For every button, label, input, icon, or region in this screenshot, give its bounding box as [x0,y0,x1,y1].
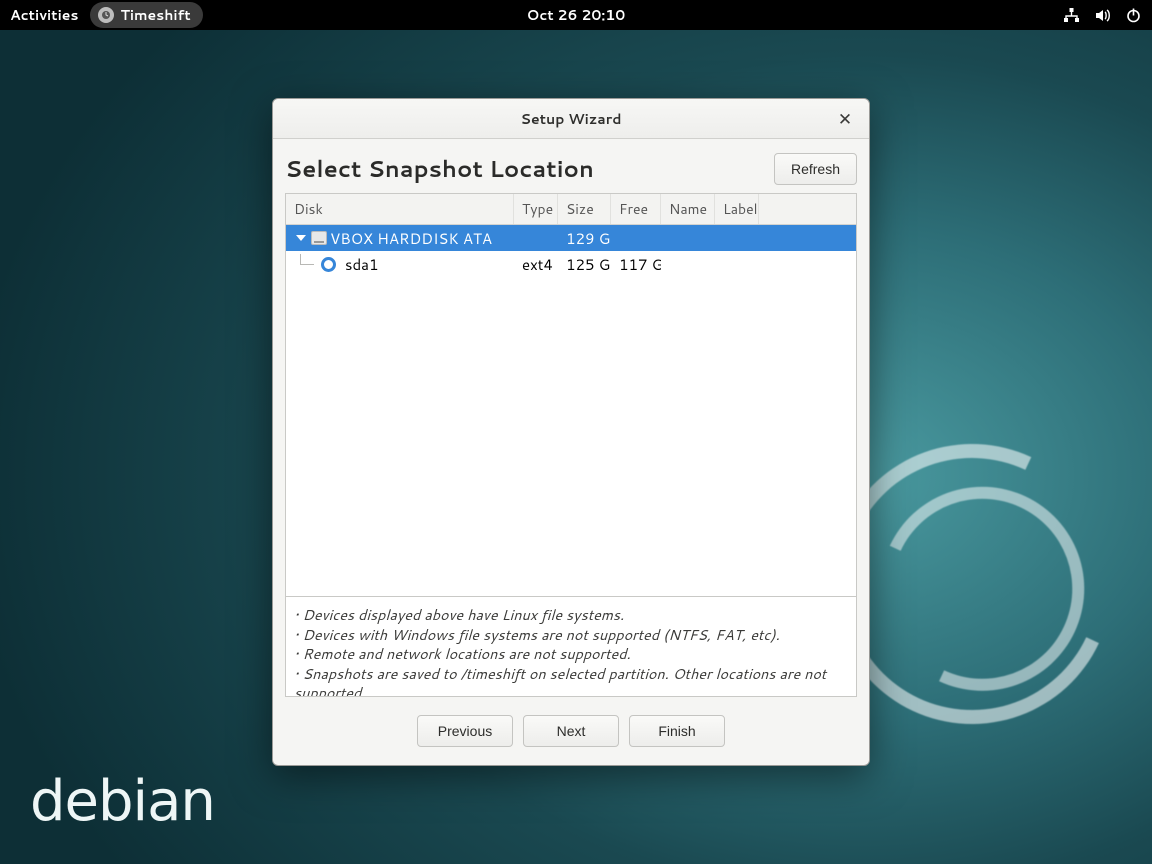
note-line: • Snapshots are saved to /timeshift on s… [294,664,848,697]
activities-button[interactable]: Activities [10,5,78,25]
previous-button[interactable]: Previous [417,715,513,747]
network-icon[interactable] [1063,7,1080,24]
partition-radio[interactable] [321,257,336,272]
harddisk-icon [311,231,327,245]
wizard-footer: Previous Next Finish [273,697,869,765]
gnome-topbar: Activities Timeshift Oct 26 20:10 [0,0,1152,30]
col-label[interactable]: Label [715,194,759,224]
dialog-titlebar[interactable]: Setup Wizard ✕ [273,99,869,139]
col-name[interactable]: Name [661,194,715,224]
clock[interactable]: Oct 26 20:10 [527,5,626,25]
partition-free: 117 GB [611,254,661,275]
col-type[interactable]: Type [514,194,558,224]
note-line: • Remote and network locations are not s… [294,644,848,664]
debian-wordmark: debian [30,769,215,834]
col-free[interactable]: Free [611,194,661,224]
notes-panel: • Devices displayed above have Linux fil… [285,597,857,697]
tree-branch [286,254,318,275]
partition-label: sda1 [345,254,379,275]
tree-header: Disk Type Size Free Name Label [286,194,856,225]
partition-type: ext4 [514,254,558,275]
col-size[interactable]: Size [558,194,611,224]
page-heading: Select Snapshot Location [285,153,594,185]
refresh-button[interactable]: Refresh [774,153,857,185]
setup-wizard-dialog: Setup Wizard ✕ Select Snapshot Location … [272,98,870,766]
volume-icon[interactable] [1094,7,1111,24]
next-button[interactable]: Next [523,715,619,747]
close-icon[interactable]: ✕ [833,107,857,131]
expand-icon[interactable] [296,235,306,241]
disk-label: VBOX HARDDISK ATA [330,228,492,249]
partition-size: 125 GB [558,254,611,275]
disk-row[interactable]: VBOX HARDDISK ATA 129 GB [286,225,856,251]
active-app-label: Timeshift [120,5,190,25]
power-icon[interactable] [1125,7,1142,24]
active-app-pill[interactable]: Timeshift [90,2,202,28]
note-line: • Devices displayed above have Linux fil… [294,605,848,625]
app-icon [98,7,114,23]
dialog-title: Setup Wizard [521,109,622,129]
partition-row[interactable]: sda1 ext4 125 GB 117 GB [286,251,856,277]
disk-size: 129 GB [558,228,611,249]
col-disk[interactable]: Disk [286,194,514,224]
note-line: • Devices with Windows file systems are … [294,625,848,645]
disk-tree[interactable]: Disk Type Size Free Name Label VBOX HARD… [285,193,857,597]
finish-button[interactable]: Finish [629,715,725,747]
